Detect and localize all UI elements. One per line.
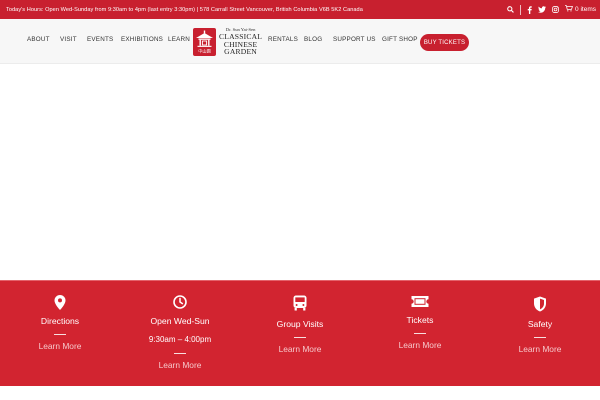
nav-blog[interactable]: BLOG — [304, 36, 322, 43]
info-divider — [414, 333, 426, 334]
facebook-icon[interactable] — [527, 5, 532, 14]
pavilion-logo-icon: 中山園 — [193, 28, 216, 56]
logo-line4: GARDEN — [224, 47, 257, 57]
info-strip: Directions Learn More Open Wed-Sun 9:30a… — [0, 280, 600, 386]
topbar-actions: 0 items — [507, 0, 596, 19]
hero-area — [0, 65, 600, 280]
info-group-visits: Group Visits Learn More — [240, 281, 360, 387]
cart-icon — [565, 5, 574, 14]
nav-about[interactable]: ABOUT — [27, 36, 50, 43]
info-divider — [534, 337, 546, 338]
info-divider — [174, 353, 186, 354]
info-hours: Open Wed-Sun 9:30am – 4:00pm Learn More — [120, 281, 240, 387]
hours-address-text: Today's Hours: Open Wed-Sunday from 9:30… — [6, 6, 363, 13]
clock-icon — [173, 295, 187, 314]
hours-learn-more-link[interactable]: Learn More — [120, 360, 240, 370]
info-directions: Directions Learn More — [0, 281, 120, 387]
nav-gift-shop[interactable]: GIFT SHOP — [382, 36, 418, 43]
nav-rentals[interactable]: RENTALS — [268, 36, 298, 43]
info-title: Safety — [527, 319, 553, 329]
instagram-icon[interactable] — [552, 6, 559, 13]
safety-learn-more-link[interactable]: Learn More — [480, 344, 600, 354]
logo-wordmark: Dr. Sun Yat-Sen CLASSICAL CHINESE GARDEN — [219, 28, 262, 57]
topbar-divider — [520, 4, 522, 15]
cart-count: 0 items — [575, 6, 596, 13]
info-title: Open Wed-Sun — [150, 316, 210, 326]
top-info-bar: Today's Hours: Open Wed-Sunday from 9:30… — [0, 0, 600, 19]
cart-link[interactable]: 0 items — [565, 5, 596, 14]
info-safety: Safety Learn More — [480, 281, 600, 387]
directions-learn-more-link[interactable]: Learn More — [0, 341, 120, 351]
map-pin-icon — [54, 295, 66, 315]
info-title: Directions — [40, 316, 80, 326]
ticket-icon — [411, 295, 430, 313]
twitter-icon[interactable] — [538, 6, 547, 13]
group-visits-learn-more-link[interactable]: Learn More — [240, 344, 360, 354]
info-title: Group Visits — [276, 319, 324, 329]
info-tickets: Tickets Learn More — [360, 281, 480, 387]
buy-tickets-button[interactable]: BUY TICKETS — [420, 34, 469, 51]
info-hours-range: 9:30am – 4:00pm — [148, 335, 212, 344]
bus-icon — [293, 295, 307, 316]
nav-exhibitions[interactable]: EXHIBITIONS — [121, 36, 163, 43]
nav-events[interactable]: EVENTS — [87, 36, 113, 43]
info-title: Tickets — [406, 315, 434, 325]
garden-logo[interactable]: 中山園 Dr. Sun Yat-Sen CLASSICAL CHINESE GA… — [193, 27, 263, 57]
svg-text:中山園: 中山園 — [198, 47, 211, 54]
nav-support-us[interactable]: SUPPORT US — [333, 36, 376, 43]
nav-learn[interactable]: LEARN — [168, 36, 190, 43]
nav-visit[interactable]: VISIT — [60, 36, 77, 43]
search-icon[interactable] — [507, 6, 514, 13]
tickets-learn-more-link[interactable]: Learn More — [360, 340, 480, 350]
main-header: ABOUT VISIT EVENTS EXHIBITIONS LEARN 中山園… — [0, 19, 600, 64]
shield-icon — [533, 296, 547, 317]
info-divider — [54, 334, 66, 335]
info-divider — [294, 337, 306, 338]
